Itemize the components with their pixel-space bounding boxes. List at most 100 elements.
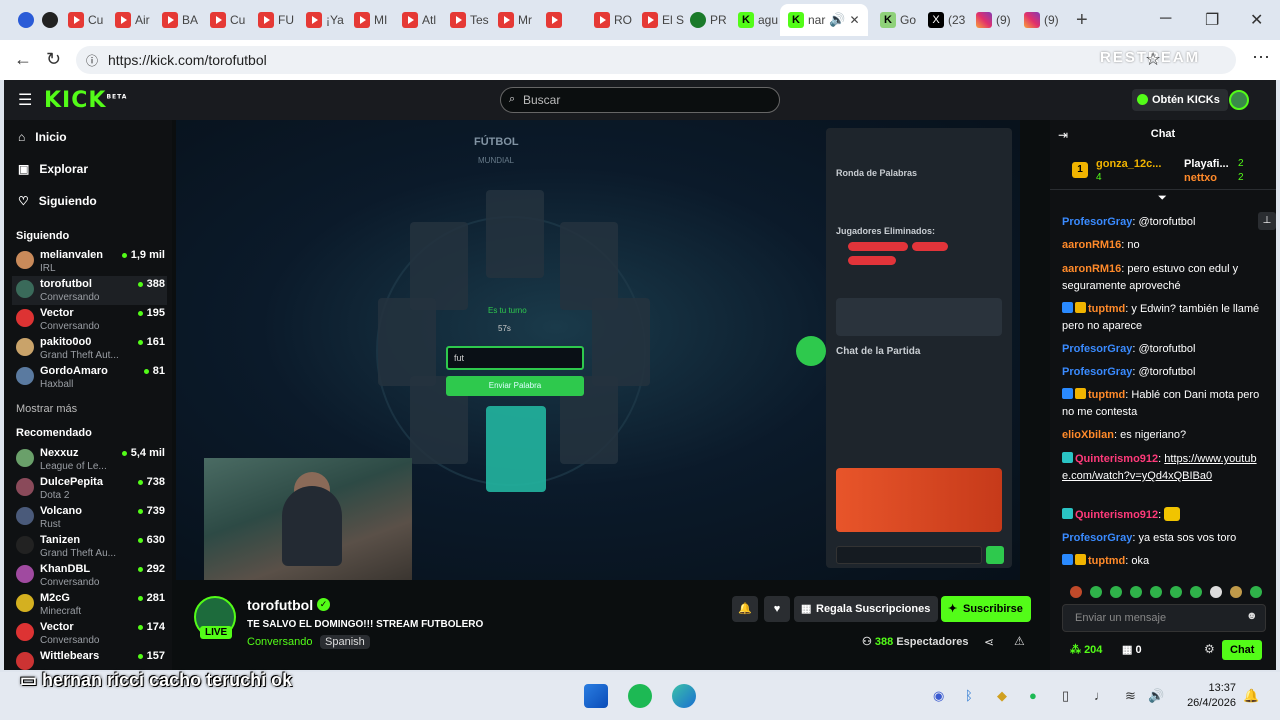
tray-app-icon[interactable]: ◆	[997, 688, 1007, 704]
gifts-balance[interactable]: ▦ 0	[1122, 643, 1142, 656]
minimize-button[interactable]: ─	[1160, 10, 1171, 28]
kick-logo[interactable]: KICKBETA	[44, 88, 127, 113]
streamer-name[interactable]: torofutbol	[247, 597, 313, 613]
browser-tab-active[interactable]: Knar 🔊 ✕	[780, 4, 868, 36]
emote-icon[interactable]	[1130, 586, 1142, 598]
stream-category[interactable]: Conversando	[247, 636, 312, 648]
emote-icon[interactable]	[1170, 586, 1182, 598]
emote-icon[interactable]	[1250, 586, 1262, 598]
back-icon[interactable]: ←	[14, 49, 32, 70]
microphone-icon[interactable]: ♩	[1094, 688, 1107, 703]
notification-bell-button[interactable]: 🔔	[732, 596, 758, 622]
search-input[interactable]: ⌕ Buscar	[500, 87, 780, 113]
channel-item[interactable]: Nexxuz League of Le... 5,4 mil	[12, 445, 167, 474]
spotify-icon[interactable]	[628, 684, 652, 708]
browser-tab[interactable]: ¡Ya	[306, 8, 344, 32]
browser-tab[interactable]: Cu	[68, 8, 103, 32]
more-menu-icon[interactable]: ⋯	[1252, 47, 1270, 68]
channel-item[interactable]: M2cG Minecraft 281	[12, 590, 167, 619]
follow-heart-button[interactable]: ♥	[764, 596, 790, 622]
subscribe-button[interactable]: ✦ Suscribirse	[941, 596, 1031, 622]
sidebar-item-siguiendo[interactable]: ♡ Siguiendo	[18, 194, 97, 208]
sidebar-item-explorar[interactable]: ▣ Explorar	[18, 162, 88, 176]
wifi-icon[interactable]: ≋	[1125, 688, 1136, 704]
emote-icon[interactable]	[1090, 586, 1102, 598]
browser-tab[interactable]	[546, 8, 566, 32]
emote-icon[interactable]	[1150, 586, 1162, 598]
browser-tab[interactable]: Mr	[498, 8, 532, 32]
maximize-button[interactable]: ❐	[1205, 10, 1219, 30]
leader-name: nettxo	[1184, 172, 1217, 184]
close-tab-icon[interactable]: ✕	[850, 13, 860, 27]
sidebar-item-inicio[interactable]: ⌂ Inicio	[18, 130, 67, 144]
share-icon[interactable]: ⋖	[984, 635, 994, 649]
system-clock[interactable]: 13:37 26/4/2026	[1180, 681, 1236, 711]
browser-tab[interactable]: K Go	[880, 8, 916, 32]
browser-tab[interactable]: BA	[162, 8, 198, 32]
browser-tab[interactable]: Air	[115, 8, 150, 32]
close-window-button[interactable]: ✕	[1250, 10, 1263, 30]
new-tab-button[interactable]: +	[1076, 8, 1088, 32]
url-input[interactable]: ⓘ https://kick.com/torofutbol	[76, 46, 1236, 74]
show-more-link[interactable]: Mostrar más	[16, 403, 77, 415]
leader-count: 4	[1096, 172, 1102, 183]
channel-item[interactable]: pakito0o0 Grand Theft Aut... 161	[12, 334, 167, 363]
kicks-balance[interactable]: ⁂ 204	[1070, 643, 1102, 656]
browser-tab[interactable]: Kagu	[738, 8, 778, 32]
youtube-icon	[162, 12, 178, 28]
channel-item[interactable]: Tanizen Grand Theft Au... 630	[12, 532, 167, 561]
gift-subs-button[interactable]: ▦ Regala Suscripciones	[794, 596, 939, 622]
browser-tab[interactable]: Atl	[402, 8, 436, 32]
emote-icon[interactable]	[1110, 586, 1122, 598]
chat-settings-icon[interactable]: ⚙	[1204, 642, 1215, 656]
notification-bell-icon[interactable]: 🔔	[1243, 688, 1259, 704]
eliminated-pill	[848, 256, 896, 265]
get-kicks-button[interactable]: Obtén KICKs	[1132, 89, 1228, 111]
expand-leaderboard-icon[interactable]: ⏷	[1158, 192, 1167, 205]
device-icon[interactable]: ▯	[1062, 688, 1069, 704]
browser-tab[interactable]: FU	[258, 8, 294, 32]
edge-icon[interactable]	[672, 684, 696, 708]
emoji-picker-icon[interactable]: ☻	[1246, 610, 1258, 622]
emote-icon[interactable]	[1210, 586, 1222, 598]
browser-tab[interactable]: RO	[594, 8, 632, 32]
chat-send-button[interactable]: Chat	[1222, 640, 1263, 660]
channel-item[interactable]: Volcano Rust 739	[12, 503, 167, 532]
browser-tab[interactable]	[18, 8, 38, 32]
channel-item-selected[interactable]: torofutbol Conversando 388	[12, 276, 167, 305]
bluetooth-icon[interactable]: ᛒ	[965, 688, 973, 703]
emote-icon[interactable]	[1190, 586, 1202, 598]
channel-item[interactable]: Wittlebears 157	[12, 648, 167, 670]
browser-tab[interactable]: (9)	[976, 8, 1011, 32]
browser-tab[interactable]: (9)	[1024, 8, 1059, 32]
user-avatar[interactable]	[1229, 90, 1249, 110]
tray-app-icon[interactable]: ◉	[933, 688, 944, 704]
site-info-icon[interactable]: ⓘ	[86, 52, 98, 69]
channel-item[interactable]: DulcePepita Dota 2 738	[12, 474, 167, 503]
browser-tab[interactable]: Cu	[210, 8, 245, 32]
reload-icon[interactable]: ↻	[46, 49, 61, 70]
avatar	[16, 623, 34, 641]
menu-icon[interactable]: ☰	[18, 90, 32, 110]
spotify-tray-icon[interactable]: ●	[1029, 688, 1037, 703]
channel-item[interactable]: GordoAmaro Haxball 81	[12, 363, 167, 392]
stream-language-tag[interactable]: Spanish	[320, 635, 370, 649]
browser-tab[interactable]	[42, 8, 62, 32]
start-windows-icon[interactable]	[584, 684, 608, 708]
channel-item[interactable]: Vector Conversando 195	[12, 305, 167, 334]
volume-icon[interactable]: 🔊	[1148, 688, 1164, 704]
emote-icon[interactable]	[1070, 586, 1082, 598]
browser-tab[interactable]: X (23	[928, 8, 965, 32]
report-icon[interactable]: ⚠	[1014, 634, 1025, 648]
browser-tab[interactable]: El S	[642, 8, 684, 32]
browser-tab[interactable]: Tes	[450, 8, 489, 32]
channel-item[interactable]: melianvalen IRL 1,9 mil	[12, 247, 167, 276]
video-player[interactable]: FÚTBOL MUNDIAL Es tu turno 57s fut Envia…	[176, 120, 1020, 580]
browser-tab[interactable]: PR	[690, 8, 727, 32]
chat-message-input[interactable]: Enviar un mensaje	[1062, 604, 1266, 632]
channel-item[interactable]: KhanDBL Conversando 292	[12, 561, 167, 590]
channel-item[interactable]: Vector Conversando 174	[12, 619, 167, 648]
browser-tab[interactable]: MI	[354, 8, 387, 32]
favorite-star-icon[interactable]: ☆	[1145, 49, 1161, 70]
emote-icon[interactable]	[1230, 586, 1242, 598]
